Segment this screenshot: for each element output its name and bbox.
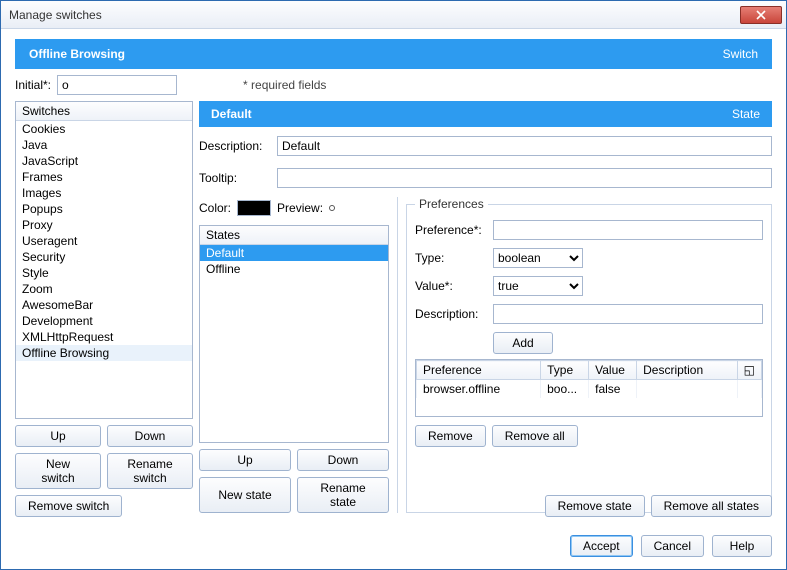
switch-type-label: Switch <box>723 47 758 61</box>
preference-input[interactable] <box>493 220 763 240</box>
list-item[interactable]: Proxy <box>16 217 192 233</box>
states-list[interactable]: States DefaultOffline <box>199 225 389 443</box>
state-down-button[interactable]: Down <box>297 449 389 471</box>
switch-header: Offline Browsing Switch <box>15 39 772 69</box>
list-item[interactable]: Zoom <box>16 281 192 297</box>
close-button[interactable] <box>740 6 782 24</box>
list-item[interactable]: Offline <box>200 261 388 277</box>
column-picker-icon[interactable]: ◱ <box>737 361 761 380</box>
titlebar: Manage switches <box>1 1 786 29</box>
pref-description-label: Description: <box>415 307 487 321</box>
remove-all-states-button[interactable]: Remove all states <box>651 495 772 517</box>
list-item[interactable]: Security <box>16 249 192 265</box>
rename-switch-button[interactable]: Rename switch <box>107 453 193 489</box>
list-item[interactable]: Development <box>16 313 192 329</box>
table-row[interactable]: browser.offlineboo...false <box>417 380 762 399</box>
list-item[interactable]: AwesomeBar <box>16 297 192 313</box>
list-item[interactable]: Cookies <box>16 121 192 137</box>
help-button[interactable]: Help <box>712 535 772 557</box>
list-item[interactable]: XMLHttpRequest <box>16 329 192 345</box>
value-label: Value*: <box>415 279 487 293</box>
type-label: Type: <box>415 251 487 265</box>
required-hint: * required fields <box>243 78 326 92</box>
remove-all-preferences-button[interactable]: Remove all <box>492 425 578 447</box>
switches-list[interactable]: Switches CookiesJavaJavaScriptFramesImag… <box>15 101 193 419</box>
type-select[interactable]: boolean <box>493 248 583 268</box>
pref-description-input[interactable] <box>493 304 763 324</box>
initial-label: Initial*: <box>15 78 51 92</box>
preferences-group-label: Preferences <box>415 197 488 211</box>
state-description-input[interactable] <box>277 136 772 156</box>
states-header: States <box>200 226 388 245</box>
remove-switch-button[interactable]: Remove switch <box>15 495 122 517</box>
col-preference[interactable]: Preference <box>417 361 541 380</box>
preferences-table[interactable]: Preference Type Value Description ◱ brow… <box>415 359 763 417</box>
state-title: Default <box>211 107 252 121</box>
switch-title: Offline Browsing <box>29 47 125 61</box>
state-tooltip-input[interactable] <box>277 168 772 188</box>
value-select[interactable]: true <box>493 276 583 296</box>
color-swatch[interactable] <box>237 200 271 216</box>
state-up-button[interactable]: Up <box>199 449 291 471</box>
list-item[interactable]: JavaScript <box>16 153 192 169</box>
window-title: Manage switches <box>9 8 740 22</box>
list-item[interactable]: Popups <box>16 201 192 217</box>
initial-input[interactable] <box>57 75 177 95</box>
col-description[interactable]: Description <box>637 361 738 380</box>
preference-label: Preference*: <box>415 223 487 237</box>
list-item[interactable]: Java <box>16 137 192 153</box>
switch-down-button[interactable]: Down <box>107 425 193 447</box>
add-preference-button[interactable]: Add <box>493 332 553 354</box>
col-value[interactable]: Value <box>589 361 637 380</box>
state-header: Default State <box>199 101 772 127</box>
remove-preference-button[interactable]: Remove <box>415 425 486 447</box>
list-item[interactable]: Style <box>16 265 192 281</box>
divider <box>397 197 398 513</box>
list-item[interactable]: Default <box>200 245 388 261</box>
tooltip-label: Tooltip: <box>199 171 271 185</box>
accept-button[interactable]: Accept <box>570 535 633 557</box>
switches-header: Switches <box>16 102 192 121</box>
preview-label: Preview: <box>277 201 323 215</box>
close-icon <box>756 10 766 20</box>
color-label: Color: <box>199 201 231 215</box>
list-item[interactable]: Useragent <box>16 233 192 249</box>
col-type[interactable]: Type <box>541 361 589 380</box>
description-label: Description: <box>199 139 271 153</box>
state-type-label: State <box>732 107 760 121</box>
list-item[interactable]: Offline Browsing <box>16 345 192 361</box>
remove-state-button[interactable]: Remove state <box>545 495 645 517</box>
list-item[interactable]: Frames <box>16 169 192 185</box>
cancel-button[interactable]: Cancel <box>641 535 704 557</box>
switch-up-button[interactable]: Up <box>15 425 101 447</box>
list-item[interactable]: Images <box>16 185 192 201</box>
new-switch-button[interactable]: New switch <box>15 453 101 489</box>
preview-icon <box>329 205 335 211</box>
